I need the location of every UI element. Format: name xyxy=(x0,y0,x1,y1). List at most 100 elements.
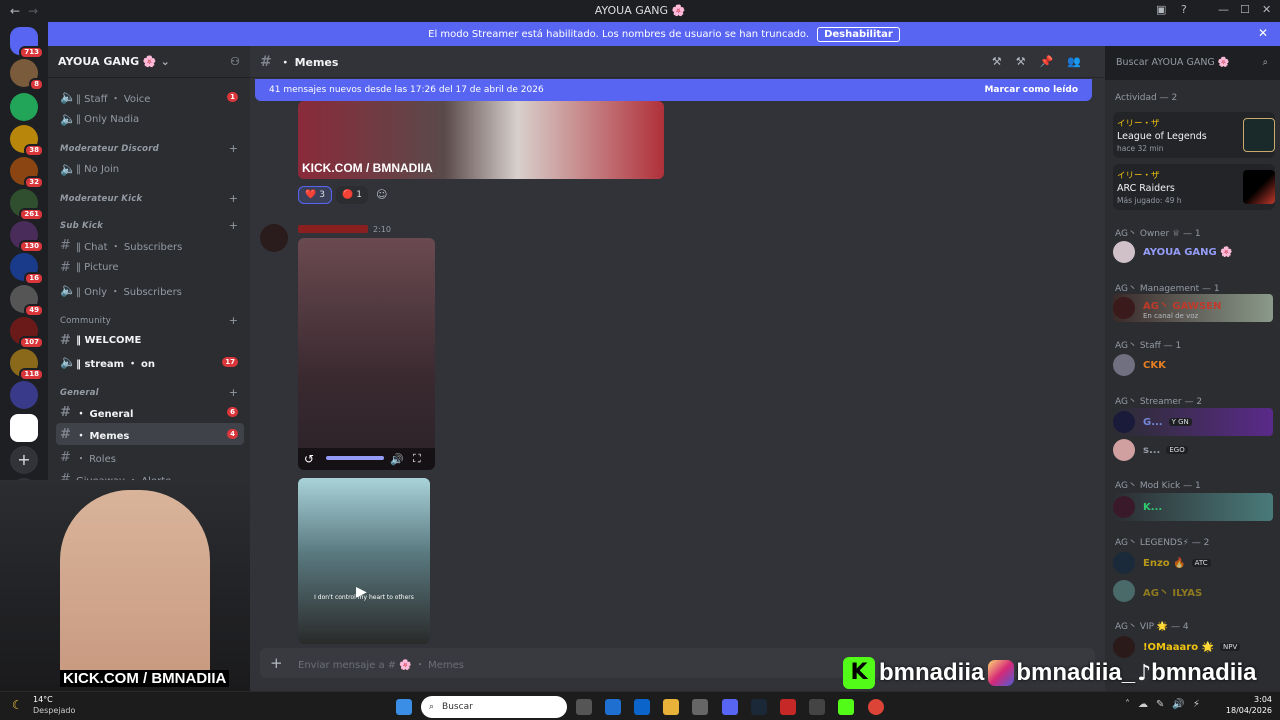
outlook-icon[interactable] xyxy=(634,699,650,715)
replay-icon[interactable]: ↺ xyxy=(304,452,314,466)
play-icon[interactable]: ▶ xyxy=(356,584,367,600)
member-item[interactable]: Enzo 🔥 ATC xyxy=(1113,549,1273,577)
server-icon[interactable] xyxy=(10,93,38,121)
member-item[interactable]: K... xyxy=(1113,493,1273,521)
member-item[interactable]: s... EGO xyxy=(1113,436,1273,464)
message-video[interactable]: I don't control my heart to others ▶ xyxy=(298,478,430,644)
server-icon[interactable]: 49 xyxy=(10,285,44,317)
server-header[interactable]: AYOUA GANG 🌸 ⌄ ⚇ xyxy=(48,46,250,78)
category-community[interactable]: Community xyxy=(60,316,111,326)
server-icon[interactable]: 118 xyxy=(10,349,44,381)
video-progress-bar[interactable] xyxy=(326,456,384,460)
server-icon[interactable]: 261 xyxy=(10,189,44,221)
role-header: AG丶 Management — 1 xyxy=(1115,284,1220,294)
server-icon[interactable]: 38 xyxy=(10,125,44,157)
steam-icon[interactable] xyxy=(751,699,767,715)
kick-app-icon[interactable] xyxy=(838,699,854,715)
text-channel-memes[interactable]: # ・ Memes 4 xyxy=(56,423,244,445)
category-general[interactable]: General xyxy=(60,388,99,398)
add-attachment-icon[interactable]: + xyxy=(270,654,283,672)
app-icon[interactable] xyxy=(809,699,825,715)
create-channel-icon[interactable]: + xyxy=(229,314,238,327)
create-channel-icon[interactable]: + xyxy=(229,386,238,399)
store-icon[interactable] xyxy=(605,699,621,715)
volume-icon[interactable]: 🔊 xyxy=(390,453,404,466)
category-moderateur-kick[interactable]: Moderateur Kick xyxy=(60,194,142,204)
tiktok-live-server-icon[interactable] xyxy=(10,414,38,442)
app-icon[interactable] xyxy=(780,699,796,715)
message-video[interactable]: ↺ 🔊 ⛶ xyxy=(298,238,435,470)
server-icon[interactable] xyxy=(10,381,38,409)
hash-icon: # xyxy=(60,259,71,275)
category-moderateur-discord[interactable]: Moderateur Discord xyxy=(60,144,159,154)
member-item[interactable]: AYOUA GANG 🌸 xyxy=(1113,238,1273,266)
voice-channel-only-subscribers[interactable]: 🔈 ‖ Only ・ Subscribers xyxy=(56,279,244,301)
disable-streamer-mode-button[interactable]: Deshabilitar xyxy=(817,26,900,42)
add-server-icon[interactable]: + xyxy=(10,446,38,474)
forward-arrow-icon[interactable]: → xyxy=(26,4,40,18)
help-icon[interactable]: ? xyxy=(1181,3,1187,16)
member-item[interactable]: CKK xyxy=(1113,351,1273,379)
file-explorer-icon[interactable] xyxy=(663,699,679,715)
text-channel-chat-subscribers[interactable]: # ‖ Chat ・ Subscribers xyxy=(56,234,244,256)
avatar xyxy=(1113,241,1135,263)
member-item[interactable]: G... Y GN xyxy=(1113,408,1273,436)
kick-logo-icon: K xyxy=(843,657,875,689)
server-icon[interactable]: 107 xyxy=(10,317,44,349)
chrome-icon[interactable] xyxy=(868,699,884,715)
minimize-icon[interactable]: — xyxy=(1218,3,1229,16)
back-arrow-icon[interactable]: ← xyxy=(8,4,22,18)
direct-messages-button[interactable]: 713 xyxy=(10,27,44,59)
reaction-red[interactable]: 🔴 1 xyxy=(336,186,368,204)
activity-card[interactable]: イリー・ザ ARC Raiders Más jugado: 49 h xyxy=(1113,164,1275,210)
invite-people-icon[interactable]: ⚇ xyxy=(230,55,240,68)
taskbar-search-input[interactable]: ⌕ Buscar xyxy=(421,696,567,718)
task-view-icon[interactable] xyxy=(576,699,592,715)
start-button-icon[interactable] xyxy=(396,699,412,715)
avatar[interactable] xyxy=(260,224,288,252)
server-search-input[interactable]: Buscar AYOUA GANG 🌸 ⌕ xyxy=(1110,52,1274,72)
create-channel-icon[interactable]: + xyxy=(229,192,238,205)
text-channel-roles[interactable]: # ・ Roles xyxy=(56,446,244,468)
text-channel-welcome[interactable]: # ‖ WELCOME xyxy=(56,329,244,351)
server-icon[interactable]: 32 xyxy=(10,157,44,189)
maximize-icon[interactable]: ☐ xyxy=(1240,3,1250,16)
mark-as-read-button[interactable]: Marcar como leído xyxy=(984,85,1078,95)
text-channel-general[interactable]: # ・ General 6 xyxy=(56,401,244,423)
message-image[interactable]: KICK.COM / BMNADIIA xyxy=(298,101,664,179)
system-tray-icons[interactable]: ˄☁✎🔊⚡ xyxy=(1125,699,1208,710)
league-of-legends-icon xyxy=(1243,118,1275,152)
member-item[interactable]: AG丶 ILYAS xyxy=(1113,577,1273,605)
message-timestamp: 2:10 xyxy=(373,225,391,234)
category-sub-kick[interactable]: Sub Kick xyxy=(60,221,103,231)
server-icon[interactable]: 130 xyxy=(10,221,44,253)
voice-channel-no-join[interactable]: 🔈 ‖ No Join xyxy=(56,158,244,180)
weather-icon[interactable]: ☾ xyxy=(12,698,23,712)
server-icon[interactable]: 8 xyxy=(10,59,44,91)
create-channel-icon[interactable]: + xyxy=(229,219,238,232)
close-window-icon[interactable]: ✕ xyxy=(1262,3,1271,16)
server-icon[interactable]: 16 xyxy=(10,253,44,285)
member-name: s... xyxy=(1143,444,1161,456)
voice-channel-staff[interactable]: 🔈 ‖ Staff ・ Voice 1 xyxy=(56,86,244,108)
redacted-username[interactable] xyxy=(298,225,368,233)
voice-channel-only-nadia[interactable]: 🔈 ‖ Only Nadia xyxy=(56,108,244,130)
search-icon: ⌕ xyxy=(1262,56,1268,68)
window-titlebar: ← → AYOUA GANG 🌸 ▣ ? — ☐ ✕ xyxy=(0,0,1280,21)
discord-icon[interactable] xyxy=(722,699,738,715)
activity-card[interactable]: イリー・ザ League of Legends hace 32 min xyxy=(1113,112,1275,158)
inbox-icon[interactable]: ▣ xyxy=(1156,3,1166,16)
header-toolbar-icons[interactable]: ⚒⚒📌👥 xyxy=(992,55,1095,68)
add-reaction-icon[interactable]: ☺ xyxy=(376,188,387,201)
member-item[interactable]: AG丶 GAWSEN En canal de voz xyxy=(1113,294,1273,322)
new-messages-bar[interactable]: 41 mensajes nuevos desde las 17:26 del 1… xyxy=(255,79,1092,101)
member-name: Enzo 🔥 xyxy=(1143,557,1186,569)
create-channel-icon[interactable]: + xyxy=(229,142,238,155)
text-channel-picture[interactable]: # ‖ Picture xyxy=(56,256,244,278)
app-icon[interactable] xyxy=(692,699,708,715)
reaction-heart[interactable]: ❤️ 3 xyxy=(298,186,332,204)
voice-channel-stream-on[interactable]: 🔈 ‖ stream ・ on 17 xyxy=(56,351,244,373)
close-banner-icon[interactable]: ✕ xyxy=(1258,26,1268,40)
fullscreen-icon[interactable]: ⛶ xyxy=(413,452,421,466)
member-tag: EGO xyxy=(1166,446,1188,454)
